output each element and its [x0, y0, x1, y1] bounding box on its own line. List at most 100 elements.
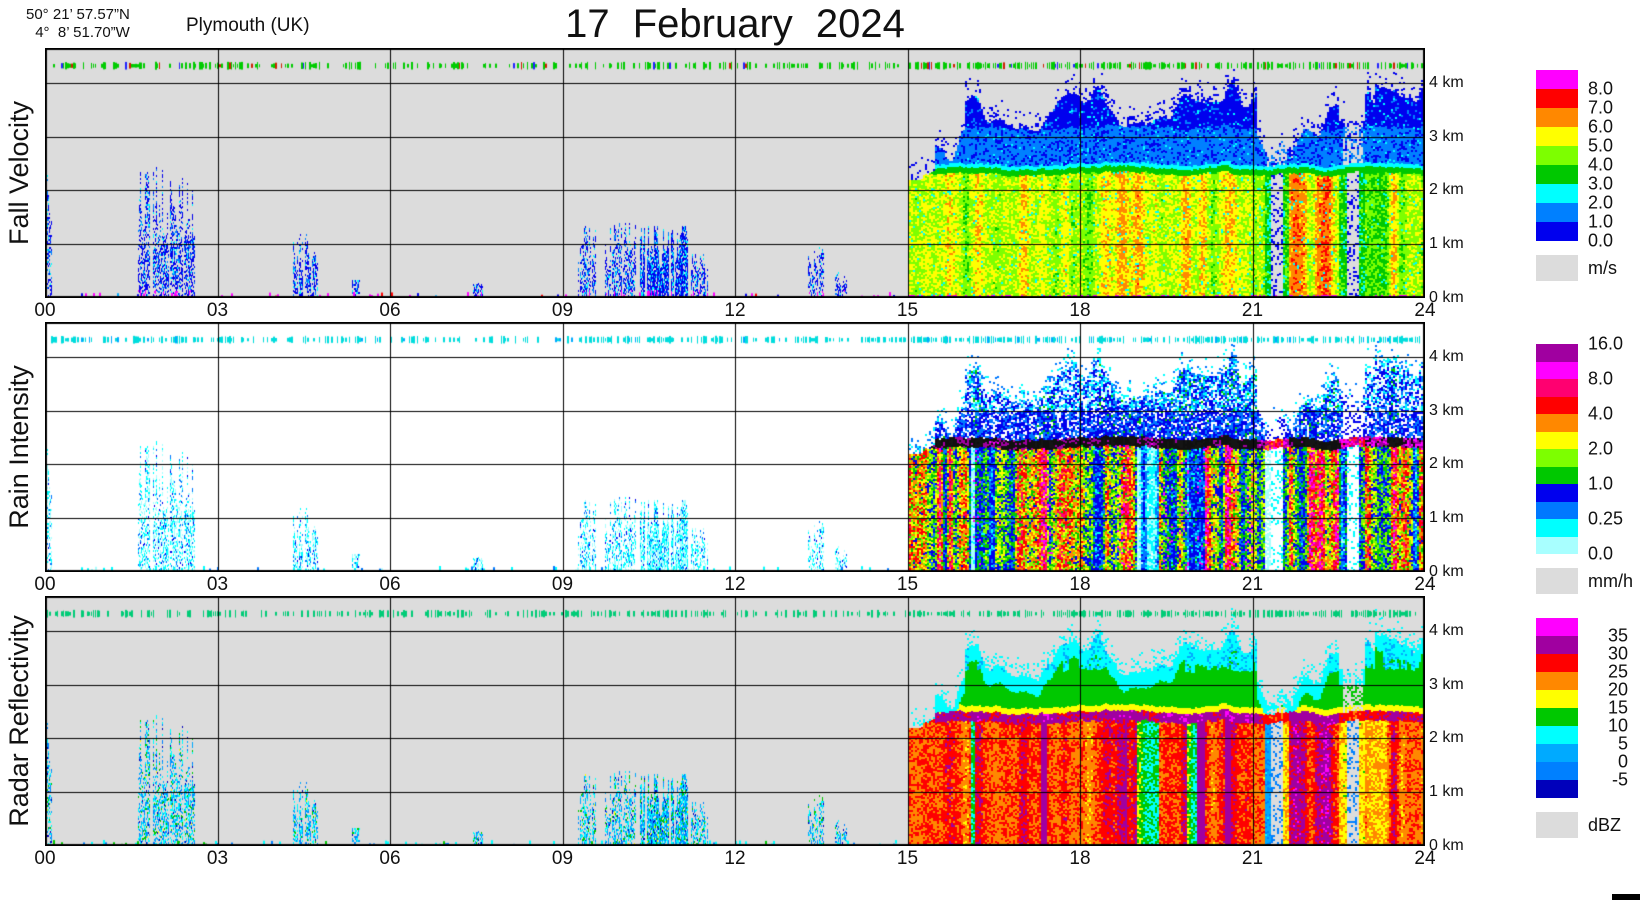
- nodata-swatch: [1536, 568, 1578, 594]
- height-tick-label: 3 km: [1429, 127, 1464, 145]
- hour-tick-label: 21: [1241, 848, 1264, 869]
- legend-color-cell: [1536, 536, 1578, 554]
- time-axis-1: 00 03 06 09 12 15 18 21 24: [34, 572, 1435, 595]
- legend-value-label: 0.25: [1588, 508, 1624, 529]
- legend-color-cell: [1536, 501, 1578, 519]
- hour-tick-label: 15: [896, 574, 919, 595]
- hour-tick-label: 24: [1414, 574, 1436, 595]
- height-axis-2: 0 km 1 km 2 km 3 km 4 km: [1429, 596, 1489, 854]
- legend-value-label: 0.0: [1588, 230, 1614, 251]
- legend-colorbar: [1536, 618, 1578, 798]
- height-tick-label: 1 km: [1429, 783, 1464, 801]
- fall-velocity-heatmap: [45, 48, 1425, 298]
- hour-tick-label: 12: [724, 848, 746, 869]
- legend-color-cell: [1536, 222, 1578, 241]
- hour-tick-label: 03: [206, 848, 229, 869]
- legend-color-cell: [1536, 203, 1578, 222]
- height-tick-label: 4 km: [1429, 621, 1464, 639]
- height-tick-label: 2 km: [1429, 181, 1464, 199]
- hour-tick-label: 18: [1069, 574, 1091, 595]
- height-tick-label: 4 km: [1429, 347, 1464, 365]
- legend-color-cell: [1536, 762, 1578, 780]
- corner-mark: [1612, 894, 1640, 900]
- nodata-swatch: [1536, 255, 1578, 281]
- height-tick-label: 2 km: [1429, 729, 1464, 747]
- legend-color-cell: [1536, 726, 1578, 744]
- hour-tick-label: 12: [724, 300, 746, 321]
- hour-tick-label: 18: [1069, 848, 1091, 869]
- legend-value-label: 1.0: [1588, 473, 1614, 494]
- hour-tick-label: 03: [206, 300, 229, 321]
- legend-color-cell: [1536, 519, 1578, 537]
- legend-color-cell: [1536, 165, 1578, 184]
- legend-unit: dBZ: [1588, 815, 1622, 835]
- panel-radar-reflectivity: Radar Reflectivity 0 km 1 km 2 km 3 km 4 km …: [0, 596, 1640, 869]
- legend-color-cell: [1536, 708, 1578, 726]
- legend-value-label: 7.0: [1588, 97, 1614, 118]
- legend-color-cell: [1536, 146, 1578, 165]
- legend-value-label: 4.0: [1588, 154, 1614, 175]
- hour-tick-label: 24: [1414, 300, 1436, 321]
- height-tick-label: 3 km: [1429, 401, 1464, 419]
- legend-color-cell: [1536, 466, 1578, 484]
- hour-tick-label: 18: [1069, 300, 1091, 321]
- legend-value-label: 5.0: [1588, 135, 1614, 156]
- height-tick-label: 2 km: [1429, 455, 1464, 473]
- legend-value-label: -5: [1611, 769, 1628, 790]
- hour-tick-label: 15: [896, 848, 919, 869]
- legend-value-label: 16.0: [1588, 333, 1624, 354]
- hour-tick-label: 06: [379, 300, 401, 321]
- height-tick-label: 1 km: [1429, 509, 1464, 527]
- fall-velocity-axis-label: Fall Velocity: [4, 100, 34, 246]
- hour-tick-label: 12: [724, 574, 746, 595]
- height-axis-0: 0 km 1 km 2 km 3 km 4 km: [1429, 48, 1489, 306]
- time-axis-2: 00 03 06 09 12 15 18 21 24: [34, 846, 1435, 869]
- hour-tick-label: 06: [379, 574, 401, 595]
- legend-color-cell: [1536, 414, 1578, 432]
- legend-colorbar: [1536, 70, 1578, 241]
- legend-value-label: 1.0: [1588, 211, 1614, 232]
- hour-tick-label: 09: [551, 574, 574, 595]
- legend-value-label: 2.0: [1588, 192, 1614, 213]
- legend-color-cell: [1536, 431, 1578, 449]
- page-title: 17 February 2024: [565, 2, 905, 46]
- hour-tick-label: 09: [551, 300, 574, 321]
- legend-value-label: 2.0: [1588, 438, 1614, 459]
- hour-tick-label: 21: [1241, 300, 1264, 321]
- legend-color-cell: [1536, 654, 1578, 672]
- legend-color-cell: [1536, 484, 1578, 502]
- legend-value-label: 6.0: [1588, 116, 1614, 137]
- hour-tick-label: 00: [34, 848, 56, 869]
- legend-value-label: 8.0: [1588, 78, 1614, 99]
- time-axis-0: 00 03 06 09 12 15 18 21 24: [34, 298, 1435, 321]
- hour-tick-label: 06: [379, 848, 401, 869]
- height-tick-label: 1 km: [1429, 235, 1464, 253]
- radar-reflectivity-axis-label: Radar Reflectivity: [4, 615, 34, 827]
- legend-value-label: 0.0: [1588, 543, 1614, 564]
- legend-color-cell: [1536, 361, 1578, 379]
- legend-color-cell: [1536, 449, 1578, 467]
- height-tick-label: 4 km: [1429, 73, 1464, 91]
- hour-tick-label: 24: [1414, 848, 1436, 869]
- legend-color-cell: [1536, 636, 1578, 654]
- radar-reflectivity-heatmap: [45, 596, 1425, 846]
- hour-tick-label: 15: [896, 300, 919, 321]
- legend-color-cell: [1536, 690, 1578, 708]
- legend-color-cell: [1536, 672, 1578, 690]
- legend-color-cell: [1536, 780, 1578, 798]
- height-axis-1: 0 km 1 km 2 km 3 km 4 km: [1429, 322, 1489, 580]
- legend-color-cell: [1536, 184, 1578, 203]
- legend-color-cell: [1536, 618, 1578, 636]
- hour-tick-label: 03: [206, 574, 229, 595]
- hour-tick-label: 21: [1241, 574, 1264, 595]
- legend-color-cell: [1536, 396, 1578, 414]
- nodata-swatch: [1536, 812, 1578, 838]
- legend-value-label: 8.0: [1588, 368, 1614, 389]
- legend-color-cell: [1536, 744, 1578, 762]
- legend-value-label: 4.0: [1588, 403, 1614, 424]
- rain-intensity-axis-label: Rain Intensity: [4, 365, 34, 529]
- legend-color-cell: [1536, 108, 1578, 127]
- legend-unit: m/s: [1588, 258, 1617, 278]
- legend-value-label: 3.0: [1588, 173, 1614, 194]
- rain-intensity-heatmap: [45, 322, 1425, 572]
